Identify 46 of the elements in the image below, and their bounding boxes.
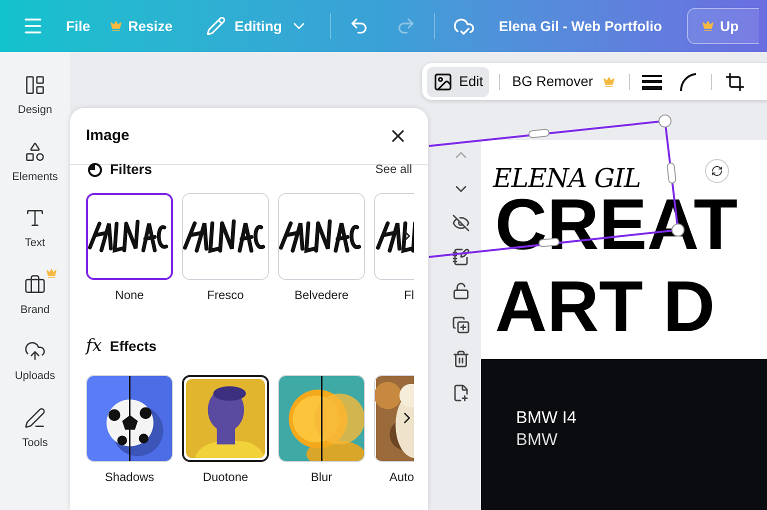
undo-icon[interactable]	[348, 16, 369, 36]
text-icon	[24, 207, 46, 229]
option-label: Fl	[404, 287, 414, 304]
rail-item[interactable]: Uploads	[5, 334, 65, 384]
section-heading: Effects	[110, 337, 157, 356]
shapes-icon	[24, 140, 46, 162]
option-label: None	[115, 287, 144, 304]
cloud-upload-icon	[24, 340, 46, 362]
trash-icon[interactable]	[452, 350, 470, 368]
pencil-icon	[206, 16, 226, 36]
upgrade-button[interactable]: Up	[687, 8, 759, 44]
option-label: Blur	[310, 468, 332, 486]
crop-icon[interactable]	[725, 72, 746, 92]
headline: ART D	[495, 266, 716, 348]
option-label: Fresco	[207, 287, 244, 304]
image-icon	[433, 72, 453, 92]
panel-title: Image	[86, 126, 130, 146]
pen-icon	[24, 406, 46, 428]
notes-icon[interactable]	[452, 248, 470, 266]
option-label: Duotone	[202, 468, 248, 486]
unlock-icon[interactable]	[452, 282, 470, 300]
rail-item[interactable]: Design	[5, 68, 65, 118]
option-label: Shadows	[104, 468, 154, 486]
duplicate-icon[interactable]	[452, 316, 470, 334]
option-label: Belvedere	[294, 287, 349, 304]
option-label: Auto	[389, 468, 414, 486]
see-all-link[interactable]: See all	[375, 160, 412, 178]
briefcase-icon	[24, 274, 46, 296]
rail-item[interactable]: Elements	[5, 134, 65, 185]
edit-image-button[interactable]: Edit	[427, 66, 490, 96]
rail-item[interactable]: Tools	[5, 400, 65, 451]
document-title[interactable]: Elena Gil - Web Portfolio	[498, 16, 662, 36]
rail-item[interactable]: Brand	[5, 268, 65, 318]
section-heading: Filters	[110, 160, 152, 178]
corner-curve-icon[interactable]	[678, 72, 698, 92]
card-title: BMW I4	[516, 407, 578, 429]
rail-item[interactable]: Text	[5, 201, 65, 252]
filters-icon	[86, 161, 102, 177]
signature: ELENA GIL	[493, 164, 640, 194]
fx-icon: fx	[86, 334, 102, 360]
layout-icon	[24, 74, 46, 96]
border-weight-icon[interactable]	[642, 74, 662, 90]
add-page-icon[interactable]	[452, 384, 470, 402]
card-subtitle: BMW	[516, 429, 559, 451]
eye-off-icon[interactable]	[452, 214, 470, 232]
bg-remover-button[interactable]: BG Remover	[510, 71, 618, 92]
